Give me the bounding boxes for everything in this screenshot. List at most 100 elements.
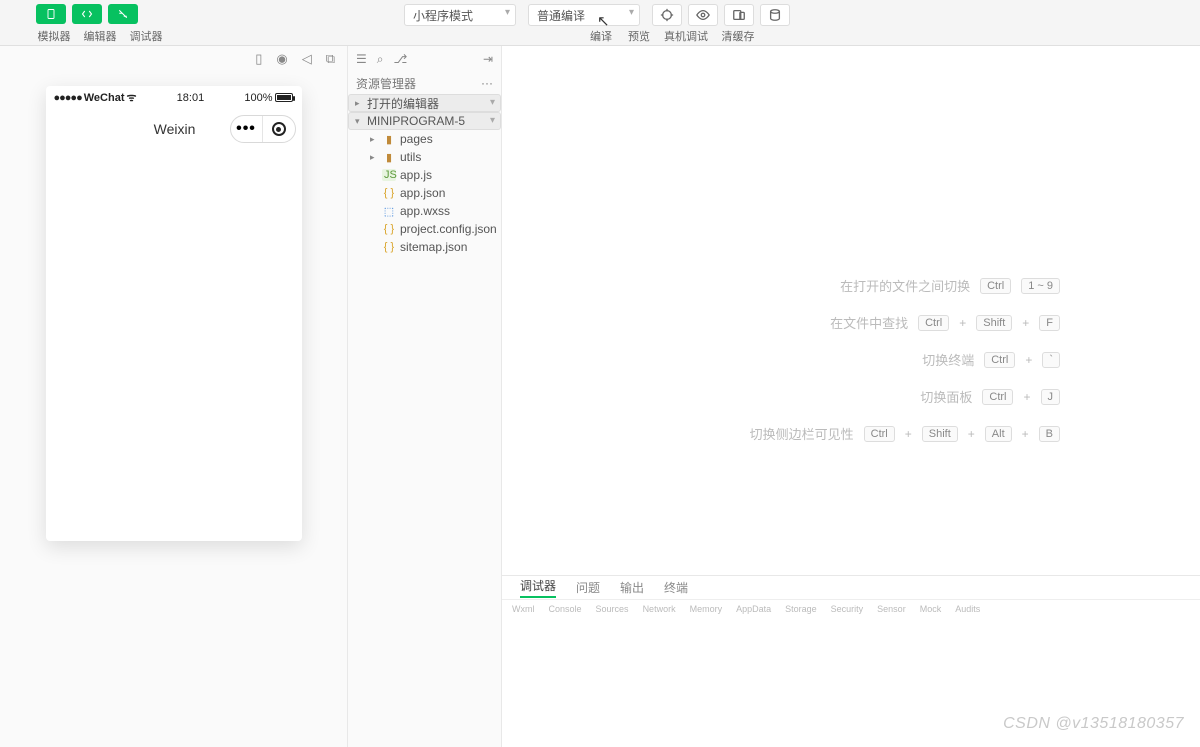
hint-row: 在打开的文件之间切换 Ctrl 1 ~ 9 [840, 276, 1060, 295]
debug-tool[interactable]: Storage [781, 604, 821, 614]
mode-label: 模拟器 [36, 28, 72, 44]
copy-icon[interactable]: ⧉ [326, 51, 335, 67]
debug-tool[interactable]: Console [545, 604, 586, 614]
device-icon[interactable]: ▯ [255, 51, 262, 67]
capsule-close-button[interactable] [263, 116, 295, 142]
file-tree: ▸打开的编辑器 ▾MINIPROGRAM-5 ▸▮pages ▸▮utils J… [348, 94, 501, 256]
tab-debugger[interactable]: 调试器 [520, 577, 556, 598]
explorer-title: 资源管理器 [356, 75, 416, 92]
welcome-hints: 在打开的文件之间切换 Ctrl 1 ~ 9 在文件中查找 Ctrl + Shif… [502, 46, 1200, 575]
wifi-icon: ᯤ [126, 90, 136, 105]
mode-label: 调试器 [128, 28, 164, 44]
capsule-menu-button[interactable]: ••• [231, 116, 263, 142]
simulator-toolbar: ▯ ◉ ◁ ⧉ [0, 46, 347, 72]
kbd: Shift [922, 426, 958, 442]
main-area: ▯ ◉ ◁ ⧉ ●●●●● WeChat ᯤ 18:01 100% Weixin [0, 46, 1200, 747]
editor-mode-button[interactable] [72, 4, 102, 24]
explorer-panel: ☰ ⌕ ⎇ ⇥ 资源管理器 ··· ▸打开的编辑器 ▾MINIPROGRAM-5… [348, 46, 502, 747]
tab-problems[interactable]: 问题 [576, 579, 600, 596]
debug-tool[interactable]: Security [827, 604, 868, 614]
battery-indicator: 100% [244, 92, 293, 104]
action-label: 预览 [624, 28, 654, 44]
hint-label: 切换侧边栏可见性 [750, 424, 854, 443]
simulator-panel: ▯ ◉ ◁ ⧉ ●●●●● WeChat ᯤ 18:01 100% Weixin [0, 46, 348, 747]
compile-button[interactable] [652, 4, 682, 26]
explorer-header: 资源管理器 ··· [348, 72, 501, 94]
kbd: Shift [976, 315, 1012, 331]
debug-toolbar: Wxml Console Sources Network Memory AppD… [502, 599, 1200, 617]
json-icon: { } [382, 241, 396, 253]
remote-debug-button[interactable] [724, 4, 754, 26]
more-icon[interactable]: ··· [481, 76, 493, 90]
hint-label: 切换面板 [920, 387, 972, 406]
kbd: B [1039, 426, 1060, 442]
kbd: F [1039, 315, 1060, 331]
debug-tool[interactable]: Network [639, 604, 680, 614]
tree-file[interactable]: JSapp.js [348, 166, 501, 184]
tree-folder[interactable]: ▸▮pages [348, 130, 501, 148]
branch-icon[interactable]: ⎇ [394, 52, 408, 66]
view-mode-buttons [36, 4, 138, 24]
debug-tool[interactable]: Sources [592, 604, 633, 614]
tree-folder[interactable]: ▸▮utils [348, 148, 501, 166]
hint-row: 在文件中查找 Ctrl + Shift + F [830, 313, 1060, 332]
expand-icon[interactable]: ⇥ [483, 52, 493, 66]
action-labels: 编译 预览 真机调试 清缓存 [586, 28, 758, 44]
mode-select[interactable]: 小程序模式 [404, 4, 516, 26]
nav-header: Weixin ••• [46, 109, 302, 149]
compile-select[interactable]: 普通编译 [528, 4, 640, 26]
tab-terminal[interactable]: 终端 [664, 579, 688, 596]
status-bar: ●●●●● WeChat ᯤ 18:01 100% [46, 86, 302, 109]
debug-tool[interactable]: Audits [951, 604, 984, 614]
battery-percent: 100% [244, 92, 272, 104]
debug-tool[interactable]: Memory [686, 604, 727, 614]
kbd: ` [1042, 352, 1060, 368]
tree-file[interactable]: { }project.config.json [348, 220, 501, 238]
kbd: Ctrl [864, 426, 895, 442]
json-icon: { } [382, 187, 396, 199]
top-toolbar: 模拟器 编辑器 调试器 小程序模式 普通编译 编译 预览 真机调试 清缓存 [0, 0, 1200, 46]
kbd: Alt [985, 426, 1012, 442]
capsule-button: ••• [230, 115, 296, 143]
action-buttons [652, 4, 790, 26]
tree-file[interactable]: { }sitemap.json [348, 238, 501, 256]
kbd: J [1041, 389, 1061, 405]
folder-icon: ▮ [382, 151, 396, 164]
open-editors-section[interactable]: ▸打开的编辑器 [348, 94, 501, 112]
phone-frame: ●●●●● WeChat ᯤ 18:01 100% Weixin ••• [46, 86, 302, 541]
preview-button[interactable] [688, 4, 718, 26]
debug-tool[interactable]: Mock [916, 604, 946, 614]
action-label: 清缓存 [718, 28, 758, 44]
hint-row: 切换终端 Ctrl + ` [922, 350, 1060, 369]
debug-tool[interactable]: Sensor [873, 604, 910, 614]
debug-tool[interactable]: AppData [732, 604, 775, 614]
project-section[interactable]: ▾MINIPROGRAM-5 [348, 112, 501, 130]
tree-file[interactable]: { }app.json [348, 184, 501, 202]
explorer-toolbar: ☰ ⌕ ⎇ ⇥ [348, 46, 501, 72]
mode-label: 编辑器 [82, 28, 118, 44]
kbd: Ctrl [918, 315, 949, 331]
page-title: Weixin [120, 121, 230, 137]
kbd: Ctrl [980, 278, 1011, 294]
action-label: 真机调试 [662, 28, 710, 44]
wxss-icon: ⬚ [382, 205, 396, 218]
action-label: 编译 [586, 28, 616, 44]
tab-output[interactable]: 输出 [620, 579, 644, 596]
hint-label: 在文件中查找 [830, 313, 908, 332]
clear-cache-button[interactable] [760, 4, 790, 26]
kbd: Ctrl [982, 389, 1013, 405]
record-icon[interactable]: ◉ [276, 51, 287, 67]
editor-panel: 在打开的文件之间切换 Ctrl 1 ~ 9 在文件中查找 Ctrl + Shif… [502, 46, 1200, 747]
debug-tool[interactable]: Wxml [508, 604, 539, 614]
kbd: 1 ~ 9 [1021, 278, 1060, 294]
list-icon[interactable]: ☰ [356, 52, 367, 66]
search-icon[interactable]: ⌕ [377, 52, 384, 67]
tree-file[interactable]: ⬚app.wxss [348, 202, 501, 220]
signal-icon: ●●●●● [54, 92, 82, 104]
mute-icon[interactable]: ◁ [302, 51, 312, 67]
carrier-label: WeChat [84, 92, 125, 104]
folder-icon: ▮ [382, 133, 396, 146]
debugger-mode-button[interactable] [108, 4, 138, 24]
hint-label: 切换终端 [922, 350, 974, 369]
simulator-mode-button[interactable] [36, 4, 66, 24]
